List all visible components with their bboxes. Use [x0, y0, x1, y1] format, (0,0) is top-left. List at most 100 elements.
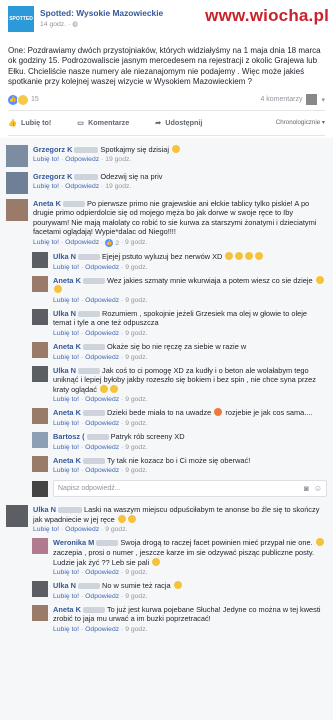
reactions-summary[interactable]: 👍 15: [8, 93, 39, 106]
avatar[interactable]: [32, 581, 48, 598]
like-comment-link[interactable]: Lubię to!: [33, 183, 59, 190]
reply-link[interactable]: Odpowiedz: [85, 420, 119, 427]
like-comment-link[interactable]: Lubię to!: [53, 264, 79, 271]
commenter-name[interactable]: Aneta K: [33, 199, 61, 208]
emoji-icon[interactable]: ☺: [314, 484, 322, 493]
reply-link[interactable]: Odpowiedz: [85, 569, 119, 576]
reply-link[interactable]: Odpowiedz: [85, 354, 119, 361]
commenter-name[interactable]: Ulka N: [53, 366, 76, 375]
reply-input[interactable]: Napisz odpowiedź... ◙ ☺: [53, 480, 327, 498]
comment-time[interactable]: 9 godz.: [125, 297, 147, 304]
comment-time[interactable]: 9 godz.: [125, 444, 147, 451]
comment-time[interactable]: 9 godz.: [125, 467, 147, 474]
like-comment-link[interactable]: Lubię to!: [53, 330, 79, 337]
comment-time[interactable]: 19 godz.: [105, 183, 131, 190]
comment-count[interactable]: 4 komentarzy: [260, 96, 302, 103]
sort-dropdown[interactable]: Chronologicznie ▾: [276, 119, 325, 126]
reply-link[interactable]: Odpowiedz: [85, 467, 119, 474]
commenter-name[interactable]: Grzegorz K: [33, 145, 72, 154]
reaction-count: 15: [31, 96, 39, 104]
reply-comment: Ulka N Jak coś to ci pomogę XD za kudły i…: [6, 361, 327, 403]
reply-link[interactable]: Odpowiedz: [85, 297, 119, 304]
camera-icon[interactable]: ◙: [304, 484, 309, 493]
comment-time[interactable]: 9 godz.: [125, 593, 147, 600]
like-comment-link[interactable]: Lubię to!: [53, 569, 79, 576]
comment-time[interactable]: 9 godz.: [125, 239, 147, 246]
reply-link[interactable]: Odpowiedz: [85, 264, 119, 271]
commenter-name[interactable]: Weronika M: [53, 538, 94, 547]
like-comment-link[interactable]: Lubię to!: [33, 156, 59, 163]
comment-time[interactable]: 9 godz.: [125, 420, 147, 427]
avatar[interactable]: [32, 431, 48, 448]
comment: Grzegorz K Spotkajmy się dzisiaj Lubię to…: [6, 140, 327, 167]
reply-link[interactable]: Odpowiedz: [85, 593, 119, 600]
like-comment-link[interactable]: Lubię to!: [53, 593, 79, 600]
avatar[interactable]: [32, 408, 48, 425]
reply-link[interactable]: Odpowiedz: [65, 156, 99, 163]
like-comment-link[interactable]: Lubię to!: [53, 297, 79, 304]
reply-link[interactable]: Odpowiedz: [65, 239, 99, 246]
page-logo[interactable]: SPOTTED: [8, 6, 34, 32]
share-button[interactable]: ➦ Udostępnij: [155, 118, 202, 127]
reply-comment: Ulka N Ejejej pstuto wyluzuj bez nerwów X…: [6, 247, 327, 271]
commenter-name[interactable]: Aneta K: [53, 408, 81, 417]
like-comment-link[interactable]: Lubię to!: [33, 239, 59, 246]
reply-link[interactable]: Odpowiedz: [85, 396, 119, 403]
comment-text: Spotkajmy się dzisiaj: [100, 144, 170, 154]
like-button[interactable]: 👍 Lubię to!: [8, 118, 51, 127]
comment-button[interactable]: ▭ Komentarze: [77, 118, 129, 127]
reply-link[interactable]: Odpowiedz: [85, 444, 119, 451]
chevron-down-icon: ▾: [321, 119, 325, 127]
like-comment-link[interactable]: Lubię to!: [33, 526, 59, 533]
avatar[interactable]: [32, 604, 48, 621]
page-name-link[interactable]: Spotted: Wysokie Mazowieckie: [40, 8, 163, 18]
avatar[interactable]: [306, 94, 318, 106]
comment-time[interactable]: 9 godz.: [125, 354, 147, 361]
comment-time[interactable]: 9 godz.: [125, 330, 147, 337]
chevron-down-icon[interactable]: ▾: [321, 96, 325, 104]
commenter-name[interactable]: Aneta K: [53, 342, 81, 351]
laughing-emoji-icon: [100, 384, 109, 393]
avatar[interactable]: [32, 365, 48, 382]
like-comment-link[interactable]: Lubię to!: [53, 444, 79, 451]
reply-link[interactable]: Odpowiedz: [85, 330, 119, 337]
comment-time[interactable]: 9 godz.: [125, 626, 147, 633]
commenter-name[interactable]: Aneta K: [53, 605, 81, 614]
avatar[interactable]: [32, 252, 48, 268]
commenter-name[interactable]: Bartosz (: [53, 432, 85, 441]
avatar[interactable]: [6, 171, 28, 194]
like-comment-link[interactable]: Lubię to!: [53, 626, 79, 633]
like-comment-link[interactable]: Lubię to!: [53, 420, 79, 427]
avatar[interactable]: [6, 198, 28, 221]
commenter-name[interactable]: Ulka N: [33, 505, 56, 514]
avatar[interactable]: [32, 341, 48, 358]
commenter-name[interactable]: Aneta K: [53, 456, 81, 465]
avatar[interactable]: [6, 505, 28, 528]
like-comment-link[interactable]: Lubię to!: [53, 396, 79, 403]
reply-link[interactable]: Odpowiedz: [65, 526, 99, 533]
reply-link[interactable]: Odpowiedz: [85, 626, 119, 633]
avatar[interactable]: [32, 308, 48, 325]
comment-time[interactable]: 19 godz.: [105, 156, 131, 163]
avatar[interactable]: [6, 144, 28, 167]
like-comment-link[interactable]: Lubię to!: [53, 354, 79, 361]
comment-time[interactable]: 9 godz.: [125, 264, 147, 271]
reply-comment: Aneta K Dzieki bede miała to na uwadze ro…: [6, 403, 327, 427]
avatar[interactable]: [32, 455, 48, 472]
like-comment-link[interactable]: Lubię to!: [53, 467, 79, 474]
comment-time[interactable]: 9 godz.: [105, 526, 127, 533]
commenter-name[interactable]: Ulka N: [53, 252, 76, 261]
comment-time[interactable]: 9 godz.: [125, 569, 147, 576]
commenter-name[interactable]: Ulka N: [53, 581, 76, 590]
commenter-name[interactable]: Ulka N: [53, 309, 76, 318]
comment-text: Odezwij się na priv: [100, 171, 163, 181]
post-timestamp[interactable]: 14 godz. · ◍: [40, 20, 163, 29]
laughing-emoji-icon: [225, 252, 234, 260]
comment-likes[interactable]: 👍 2: [105, 239, 119, 247]
reply-link[interactable]: Odpowiedz: [65, 183, 99, 190]
avatar[interactable]: [32, 538, 48, 555]
avatar[interactable]: [32, 275, 48, 292]
commenter-name[interactable]: Grzegorz K: [33, 172, 72, 181]
commenter-name[interactable]: Aneta K: [53, 276, 81, 285]
comment-time[interactable]: 9 godz.: [125, 396, 147, 403]
